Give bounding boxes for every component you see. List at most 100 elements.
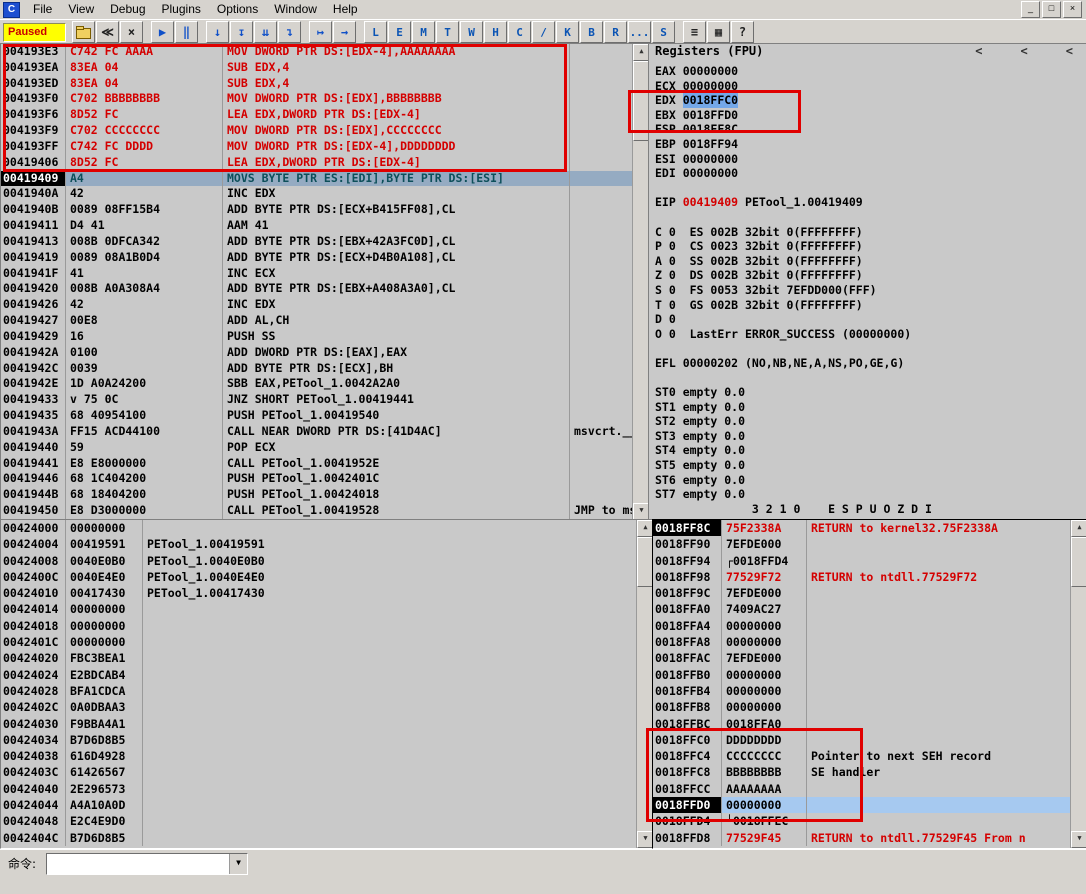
disasm-row[interactable]: 0041942E 1D A0A24200 SBB EAX,PETool_1.0042… bbox=[1, 376, 633, 393]
dump-row[interactable]: 00424018 00000000 bbox=[1, 617, 637, 635]
dump-row[interactable]: 00424008 0040E0B0 PETool_1.0040E0B0 bbox=[1, 552, 637, 569]
stack-row[interactable]: 0018FF94 ┌0018FFD4 bbox=[653, 552, 1071, 569]
view-source-button[interactable]: S bbox=[652, 21, 675, 43]
disasm-row[interactable]: 00419409 A4 MOVS BYTE PTR ES:[EDI],BYTE PT… bbox=[1, 170, 633, 187]
command-combobox[interactable]: ▼ bbox=[46, 852, 249, 875]
disasm-row[interactable]: 00419450 E8 D3000000 CALL PETool_1.0041952… bbox=[1, 503, 633, 519]
view-threads-button[interactable]: T bbox=[436, 21, 459, 43]
stack-row[interactable]: 0018FFBC 0018FFA0 bbox=[653, 715, 1071, 732]
register-row[interactable]: EDI 00000000 bbox=[649, 166, 1086, 181]
scrollbar[interactable]: ▲ ▼ bbox=[632, 44, 649, 520]
register-row[interactable]: EFL 00000202 (NO,NB,NE,A,NS,PO,GE,G) bbox=[649, 356, 1086, 371]
register-row[interactable] bbox=[649, 341, 1086, 356]
minimize-button[interactable]: _ bbox=[1021, 1, 1040, 18]
dump-row[interactable]: 00424010 00417430 PETool_1.00417430 bbox=[1, 585, 637, 602]
menu-window[interactable]: Window bbox=[266, 0, 325, 19]
help-button[interactable]: ? bbox=[731, 21, 754, 43]
disasm-row[interactable]: 00419429 16 PUSH SS bbox=[1, 328, 633, 345]
debugging-options-button[interactable]: ≡ bbox=[683, 21, 706, 43]
menu-plugins[interactable]: Plugins bbox=[154, 0, 209, 19]
dump-row[interactable]: 0042403C 61426567 bbox=[1, 764, 637, 781]
register-row[interactable]: ST6 empty 0.0 bbox=[649, 473, 1086, 488]
disasm-row[interactable]: 00419435 68 40954100 PUSH PETool_1.0041954… bbox=[1, 408, 633, 424]
dump-row[interactable]: 00424004 00419591 PETool_1.00419591 bbox=[1, 536, 637, 553]
dump-row[interactable]: 00424000 00000000 bbox=[1, 520, 637, 537]
stack-row[interactable]: 0018FFA0 7409AC27 bbox=[653, 601, 1071, 618]
view-cpu-button[interactable]: C bbox=[508, 21, 531, 43]
stack-row[interactable]: 0018FFA8 00000000 bbox=[653, 634, 1071, 651]
dump-row[interactable]: 0042402C 0A0DBAA3 bbox=[1, 699, 637, 716]
view-log-button[interactable]: L bbox=[364, 21, 387, 43]
view-patches-button[interactable]: / bbox=[532, 21, 555, 43]
register-row[interactable]: ST2 empty 0.0 bbox=[649, 414, 1086, 429]
disasm-row[interactable]: 004193F9 C702 CCCCCCCC MOV DWORD PTR DS:[E… bbox=[1, 123, 633, 139]
dump-row[interactable]: 00424048 E2C4E9D0 bbox=[1, 813, 637, 830]
disassembly-pane[interactable]: 004193E3 C742 FC AAAA MOV DWORD PTR DS:[ED… bbox=[0, 43, 650, 521]
stack-row[interactable]: 0018FFAC 7EFDE000 bbox=[653, 650, 1071, 667]
memory-dump-pane[interactable]: 00424000 00000000 00424004 00419591 PETool_1… bbox=[0, 519, 654, 849]
menu-file[interactable]: File bbox=[25, 0, 60, 19]
disasm-row[interactable]: 004193F6 8D52 FC LEA EDX,DWORD PTR DS:[EDX… bbox=[1, 107, 633, 124]
restart-button[interactable]: ≪ bbox=[96, 21, 119, 43]
disasm-row[interactable]: 004193E3 C742 FC AAAA MOV DWORD PTR DS:[ED… bbox=[1, 44, 633, 60]
scroll-down-icon[interactable]: ▼ bbox=[1071, 831, 1086, 848]
step-over-button[interactable]: ↧ bbox=[230, 21, 253, 43]
disasm-row[interactable]: 0041940A 42 INC EDX bbox=[1, 186, 633, 203]
register-row[interactable]: ST4 empty 0.0 bbox=[649, 443, 1086, 458]
disasm-row[interactable]: 004193ED 83EA 04 SUB EDX,4 bbox=[1, 75, 633, 92]
disasm-row[interactable]: 00419441 E8 E8000000 CALL PETool_1.0041952… bbox=[1, 455, 633, 472]
stack-row[interactable]: 0018FFB8 00000000 bbox=[653, 699, 1071, 716]
scrollbar[interactable]: ▲ ▼ bbox=[1070, 520, 1086, 848]
disasm-row[interactable]: 0041942A 0100 ADD DWORD PTR DS:[EAX],EAX bbox=[1, 344, 633, 361]
menu-help[interactable]: Help bbox=[325, 0, 366, 19]
register-row[interactable] bbox=[649, 370, 1086, 385]
disasm-row[interactable]: 00419446 68 1C404200 PUSH PETool_1.0042401… bbox=[1, 471, 633, 488]
disasm-row[interactable]: 00419433 v 75 0C JNZ SHORT PETool_1.004194… bbox=[1, 392, 633, 409]
scrollbar[interactable]: ▲ ▼ bbox=[636, 520, 653, 848]
register-row[interactable]: Z 0 DS 002B 32bit 0(FFFFFFFF) bbox=[649, 268, 1086, 283]
stack-row[interactable]: 0018FF90 7EFDE000 bbox=[653, 536, 1071, 553]
stack-row[interactable]: 0018FFB0 00000000 bbox=[653, 666, 1071, 683]
dump-row[interactable]: 00424034 B7D6D8B5 bbox=[1, 731, 637, 749]
dump-row[interactable]: 00424028 BFA1CDCA bbox=[1, 682, 637, 700]
register-row[interactable]: ESP 0018FF8C bbox=[649, 122, 1086, 137]
close-button[interactable]: × bbox=[1063, 1, 1082, 18]
combo-dropdown-icon[interactable]: ▼ bbox=[229, 853, 248, 874]
view-handles-button[interactable]: H bbox=[484, 21, 507, 43]
register-row[interactable] bbox=[649, 210, 1086, 225]
cpu-window-icon[interactable]: C bbox=[3, 1, 20, 18]
disasm-row[interactable]: 004193EA 83EA 04 SUB EDX,4 bbox=[1, 59, 633, 76]
register-row[interactable]: T 0 GS 002B 32bit 0(FFFFFFFF) bbox=[649, 298, 1086, 313]
disasm-row[interactable]: 00419427 00E8 ADD AL,CH bbox=[1, 313, 633, 329]
stack-row[interactable]: 0018FFD4 └0018FFEC bbox=[653, 813, 1071, 830]
register-row[interactable]: ST5 empty 0.0 bbox=[649, 458, 1086, 473]
disasm-row[interactable]: 004193FF C742 FC DDDD MOV DWORD PTR DS:[ED… bbox=[1, 138, 633, 155]
menu-options[interactable]: Options bbox=[209, 0, 266, 19]
dump-row[interactable]: 0042401C 00000000 bbox=[1, 634, 637, 651]
pane-collapse-icon[interactable]: < bbox=[1021, 44, 1028, 64]
stack-row[interactable]: 0018FF9C 7EFDE000 bbox=[653, 585, 1071, 602]
register-row[interactable]: S 0 FS 0053 32bit 7EFDD000(FFF) bbox=[649, 283, 1086, 298]
scroll-thumb[interactable] bbox=[1071, 537, 1086, 587]
register-row[interactable]: ST3 empty 0.0 bbox=[649, 429, 1086, 444]
command-input[interactable] bbox=[47, 853, 230, 874]
execute-till-return-button[interactable]: ↦ bbox=[309, 21, 332, 43]
register-row[interactable]: EAX 00000000 bbox=[649, 64, 1086, 79]
register-row[interactable]: D 0 bbox=[649, 312, 1086, 327]
stack-row[interactable]: 0018FFC8 BBBBBBBB SE handler bbox=[653, 764, 1071, 781]
dump-row[interactable]: 00424040 2E296573 bbox=[1, 780, 637, 798]
go-to-address-button[interactable]: → bbox=[333, 21, 356, 43]
open-file-button[interactable] bbox=[72, 21, 95, 43]
register-row[interactable]: ST7 empty 0.0 bbox=[649, 487, 1086, 502]
run-button[interactable]: ▶ bbox=[151, 21, 174, 43]
register-row[interactable]: EBX 0018FFD0 bbox=[649, 108, 1086, 123]
disasm-row[interactable]: 004193F0 C702 BBBBBBBB MOV DWORD PTR DS:[E… bbox=[1, 91, 633, 108]
dump-row[interactable]: 00424044 A4A10A0D bbox=[1, 797, 637, 814]
disasm-row[interactable]: 0041942C 0039 ADD BYTE PTR DS:[ECX],BH bbox=[1, 360, 633, 377]
register-row[interactable]: ECX 00000000 bbox=[649, 79, 1086, 94]
disasm-row[interactable]: 0041943A FF15 ACD44100 CALL NEAR DWORD PTR… bbox=[1, 423, 633, 440]
disasm-row[interactable]: 00419413 008B 0DFCA342 ADD BYTE PTR DS:[EB… bbox=[1, 233, 633, 250]
register-row[interactable]: ST0 empty 0.0 bbox=[649, 385, 1086, 400]
dump-row[interactable]: 00424014 00000000 bbox=[1, 601, 637, 618]
stack-row[interactable]: 0018FF8C 75F2338A RETURN to kernel32.75F23… bbox=[653, 520, 1071, 537]
